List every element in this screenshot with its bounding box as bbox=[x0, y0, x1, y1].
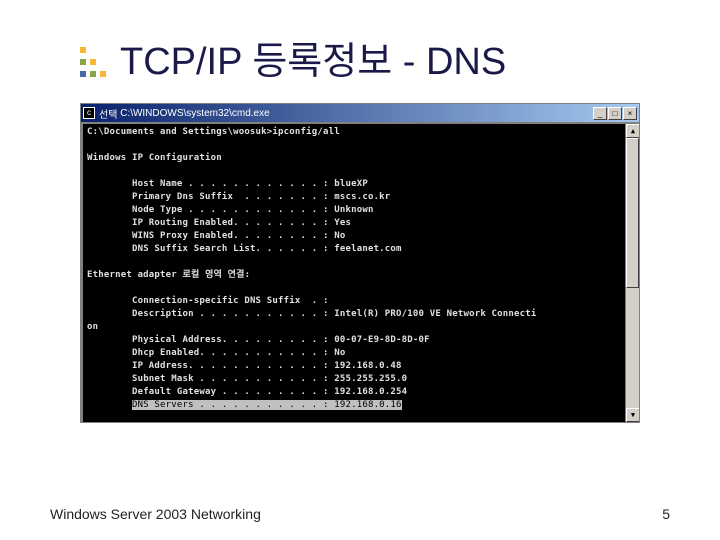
maximize-button[interactable]: □ bbox=[608, 107, 622, 120]
cmd-window: c 선택 C:\WINDOWS\system32\cmd.exe _ □ × C… bbox=[80, 103, 640, 423]
window-buttons: _ □ × bbox=[593, 107, 637, 120]
field-row: IP Routing Enabled. . . . . . . . : Yes bbox=[87, 217, 635, 230]
field-row: Connection-specific DNS Suffix . : bbox=[87, 295, 635, 308]
scroll-thumb[interactable] bbox=[626, 138, 639, 288]
field-row: IP Address. . . . . . . . . . . . : 192.… bbox=[87, 360, 635, 373]
field-row: Node Type . . . . . . . . . . . . : Unkn… bbox=[87, 204, 635, 217]
scroll-down-button[interactable]: ▼ bbox=[626, 408, 639, 422]
window-title-prefix: 선택 bbox=[99, 106, 117, 121]
slide: TCP/IP 등록정보 - DNS c 선택 C:\WINDOWS\system… bbox=[0, 0, 720, 540]
title-area: TCP/IP 등록정보 - DNS bbox=[80, 30, 670, 85]
wrap-line: on bbox=[87, 321, 635, 334]
field-row: Primary Dns Suffix . . . . . . . : mscs.… bbox=[87, 191, 635, 204]
field-row: Subnet Mask . . . . . . . . . . . : 255.… bbox=[87, 373, 635, 386]
field-row: Description . . . . . . . . . . . : Inte… bbox=[87, 308, 635, 321]
footer: Windows Server 2003 Networking 5 bbox=[50, 506, 670, 522]
ipconfig-header: Windows IP Configuration bbox=[87, 152, 635, 165]
field-row: Physical Address. . . . . . . . . : 00-0… bbox=[87, 334, 635, 347]
adapter-header: Ethernet adapter 로컬 영역 연결: bbox=[87, 269, 635, 282]
field-row: Default Gateway . . . . . . . . . : 192.… bbox=[87, 386, 635, 399]
scrollbar[interactable]: ▲ ▼ bbox=[625, 124, 639, 422]
prompt-line: C:\Documents and Settings\woosuk>ipconfi… bbox=[87, 126, 635, 139]
terminal-output[interactable]: C:\Documents and Settings\woosuk>ipconfi… bbox=[81, 122, 639, 422]
dns-highlight-row: DNS Servers . . . . . . . . . . . : 192.… bbox=[87, 399, 635, 412]
field-row: DNS Suffix Search List. . . . . . : feel… bbox=[87, 243, 635, 256]
cmd-icon: c bbox=[83, 107, 95, 119]
page-number: 5 bbox=[662, 506, 670, 522]
titlebar[interactable]: c 선택 C:\WINDOWS\system32\cmd.exe _ □ × bbox=[81, 104, 639, 122]
slide-title: TCP/IP 등록정보 - DNS bbox=[120, 30, 506, 85]
field-row: Dhcp Enabled. . . . . . . . . . . : No bbox=[87, 347, 635, 360]
scroll-up-button[interactable]: ▲ bbox=[626, 124, 639, 138]
window-title: C:\WINDOWS\system32\cmd.exe bbox=[120, 108, 269, 119]
title-bullet-icon bbox=[80, 47, 106, 77]
field-row: WINS Proxy Enabled. . . . . . . . : No bbox=[87, 230, 635, 243]
minimize-button[interactable]: _ bbox=[593, 107, 607, 120]
footer-text: Windows Server 2003 Networking bbox=[50, 506, 261, 522]
close-button[interactable]: × bbox=[623, 107, 637, 120]
field-row: Host Name . . . . . . . . . . . . : blue… bbox=[87, 178, 635, 191]
